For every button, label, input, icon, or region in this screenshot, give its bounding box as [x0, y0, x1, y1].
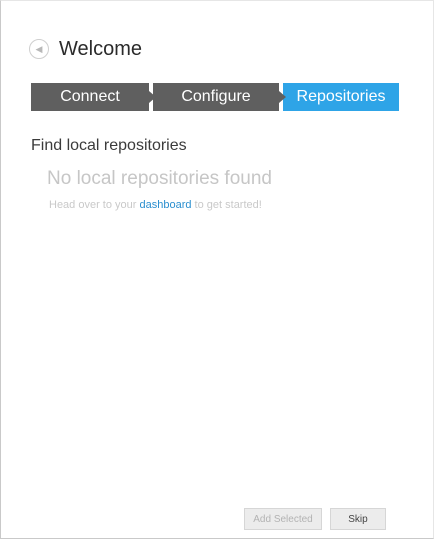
- step-label: Connect: [60, 88, 120, 105]
- wizard-steps: Connect Configure Repositories: [31, 83, 399, 111]
- dialog-window: ◀ Welcome Connect Configure Repositories…: [0, 0, 434, 539]
- step-arrow-icon: [279, 91, 286, 103]
- skip-button[interactable]: Skip: [330, 508, 386, 530]
- section-title: Find local repositories: [31, 137, 187, 154]
- back-button[interactable]: ◀: [29, 39, 49, 59]
- chevron-left-icon: ◀: [35, 43, 43, 54]
- add-selected-button[interactable]: Add Selected: [244, 508, 322, 530]
- step-label: Configure: [181, 88, 251, 105]
- step-repositories[interactable]: Repositories: [283, 83, 399, 111]
- step-arrow-icon: [149, 91, 156, 103]
- header: ◀ Welcome: [29, 37, 142, 61]
- step-configure[interactable]: Configure: [153, 83, 286, 111]
- empty-state-message: Head over to your dashboard to get start…: [49, 199, 262, 211]
- empty-message-suffix: to get started!: [191, 199, 262, 211]
- page-title: Welcome: [59, 37, 142, 60]
- empty-message-prefix: Head over to your: [49, 199, 140, 211]
- step-label: Repositories: [296, 88, 386, 105]
- step-connect[interactable]: Connect: [31, 83, 156, 111]
- dashboard-link[interactable]: dashboard: [140, 199, 192, 211]
- empty-state-title: No local repositories found: [47, 168, 272, 189]
